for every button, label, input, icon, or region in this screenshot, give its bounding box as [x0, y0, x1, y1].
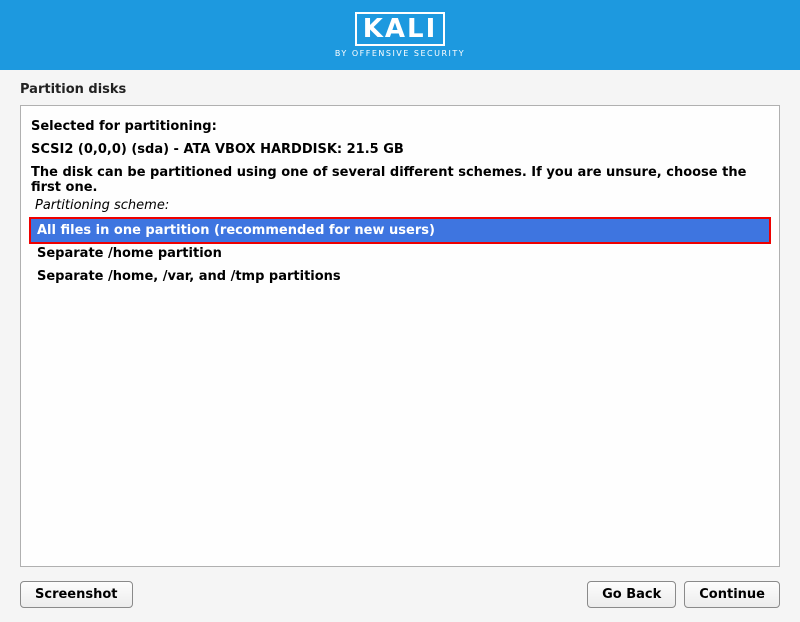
screenshot-button[interactable]: Screenshot: [20, 581, 133, 608]
nav-buttons: Go Back Continue: [587, 581, 780, 608]
scheme-hint: The disk can be partitioned using one of…: [31, 165, 769, 195]
page-title: Partition disks: [0, 70, 800, 105]
kali-logo: KALI BY OFFENSIVE SECURITY: [335, 12, 465, 58]
scheme-option-separate-home-var-tmp[interactable]: Separate /home, /var, and /tmp partition…: [31, 265, 769, 288]
button-row: Screenshot Go Back Continue: [20, 581, 780, 608]
go-back-button[interactable]: Go Back: [587, 581, 676, 608]
kali-logo-text: KALI: [363, 14, 438, 44]
partitioning-scheme-label: Partitioning scheme:: [35, 198, 769, 213]
kali-logo-box: KALI: [355, 12, 446, 46]
scheme-option-list: All files in one partition (recommended …: [31, 219, 769, 288]
header-banner: KALI BY OFFENSIVE SECURITY: [0, 0, 800, 70]
kali-tagline: BY OFFENSIVE SECURITY: [335, 49, 465, 58]
scheme-option-separate-home[interactable]: Separate /home partition: [31, 242, 769, 265]
scheme-option-all-in-one[interactable]: All files in one partition (recommended …: [31, 219, 769, 242]
main-panel: Selected for partitioning: SCSI2 (0,0,0)…: [20, 105, 780, 567]
disk-description: SCSI2 (0,0,0) (sda) - ATA VBOX HARDDISK:…: [31, 142, 769, 157]
continue-button[interactable]: Continue: [684, 581, 780, 608]
selected-for-partitioning-label: Selected for partitioning:: [31, 119, 769, 134]
